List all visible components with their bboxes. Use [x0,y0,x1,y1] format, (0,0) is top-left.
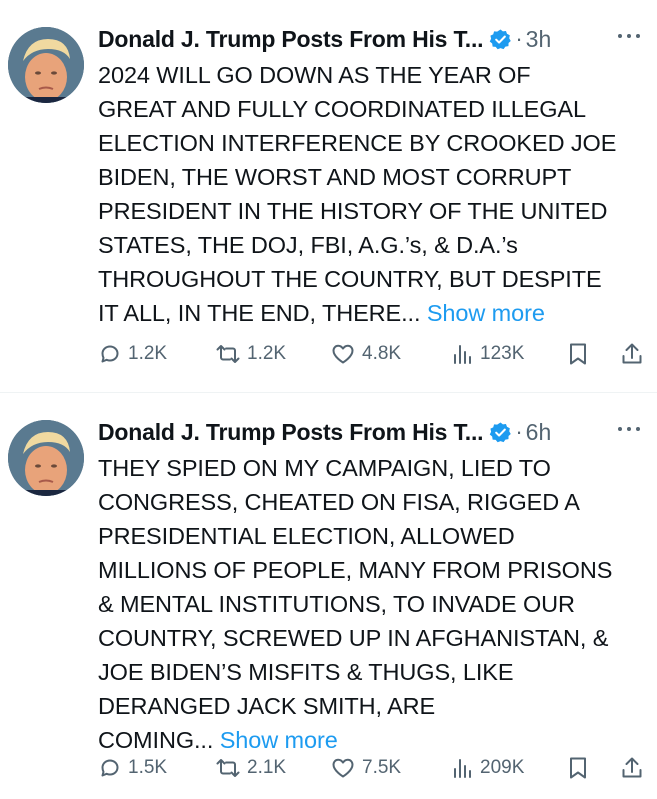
author-name[interactable]: Donald J. Trump Posts From His T... [98,26,484,53]
reply-count: 1.2K [128,343,168,364]
views-icon [450,342,474,366]
author-name[interactable]: Donald J. Trump Posts From His T... [98,419,484,446]
show-more-link[interactable]: Show more [220,727,338,753]
like-count: 7.5K [362,757,402,778]
like-button[interactable]: 7.5K [330,753,401,783]
post-text-line: THEY SPIED ON MY CAMPAIGN, LIED TO [98,455,551,481]
reply-icon [98,756,122,780]
more-options-icon[interactable] [615,419,643,439]
post-text-last-line: IT ALL, IN THE END, THERE... Show more [98,296,646,330]
views-icon [450,756,474,780]
like-icon [330,342,356,366]
repost-count: 1.2K [247,343,287,364]
post-text-line: PRESIDENT IN THE HISTORY OF THE UNITED [98,198,608,224]
post-text-line: BIDEN, THE WORST AND MOST CORRUPT [98,164,572,190]
avatar[interactable] [8,27,84,103]
post-text-line: GREAT AND FULLY COORDINATED ILLEGAL [98,96,586,122]
post-time[interactable]: 6h [526,419,552,446]
post-time[interactable]: 3h [526,26,552,53]
post-text-line: STATES, THE DOJ, FBI, A.G.’s, & D.A.’s [98,232,518,258]
post-header: Donald J. Trump Posts From His T... · 3h [98,22,551,56]
like-button[interactable]: 4.8K [330,339,401,369]
post-actions: 1.5K 2.1K 7.5K 209K [98,753,646,783]
bookmark-button[interactable] [566,753,590,783]
reply-count: 1.5K [128,757,168,778]
post-text-line: 2024 WILL GO DOWN AS THE YEAR OF [98,62,531,88]
views-button[interactable]: 123K [450,339,524,369]
post-text-line: ELECTION INTERFERENCE BY CROOKED JOE [98,130,617,156]
post-text-line: THROUGHOUT THE COUNTRY, BUT DESPITE [98,266,602,292]
reply-icon [98,342,122,366]
repost-count: 2.1K [247,757,287,778]
post-text-line: & MENTAL INSTITUTIONS, TO INVADE OUR [98,591,575,617]
verified-badge-icon [489,421,512,444]
views-button[interactable]: 209K [450,753,524,783]
bookmark-icon [566,755,590,781]
reply-button[interactable]: 1.5K [98,753,167,783]
views-count: 209K [480,757,525,778]
more-options-icon[interactable] [615,26,643,46]
repost-button[interactable]: 1.2K [215,339,286,369]
post-text: 2024 WILL GO DOWN AS THE YEAR OF GREAT A… [98,58,646,330]
post-text-tail: IT ALL, IN THE END, THERE... [98,300,421,326]
views-count: 123K [480,343,525,364]
share-icon [620,341,644,367]
post-text-line: DERANGED JACK SMITH, ARE [98,693,436,719]
show-more-link[interactable]: Show more [427,300,545,326]
post-text-line: JOE BIDEN’S MISFITS & THUGS, LIKE [98,659,514,685]
post-header: Donald J. Trump Posts From His T... · 6h [98,415,551,449]
separator-dot: · [515,419,523,444]
share-button[interactable] [620,753,644,783]
share-button[interactable] [620,339,644,369]
reply-button[interactable]: 1.2K [98,339,167,369]
timeline-feed: Donald J. Trump Posts From His T... · 3h… [0,0,657,799]
post-text-tail: COMING... [98,727,214,753]
post-actions: 1.2K 1.2K 4.8K 123K [98,339,646,369]
verified-badge-icon [489,28,512,51]
bookmark-button[interactable] [566,339,590,369]
post-text-line: PRESIDENTIAL ELECTION, ALLOWED [98,523,515,549]
repost-icon [215,342,241,366]
avatar[interactable] [8,420,84,496]
post-text-last-line: COMING... Show more [98,723,646,757]
like-icon [330,756,356,780]
repost-button[interactable]: 2.1K [215,753,286,783]
post-text-line: CONGRESS, CHEATED ON FISA, RIGGED A [98,489,580,515]
post-text-line: MILLIONS OF PEOPLE, MANY FROM PRISONS [98,557,613,583]
repost-icon [215,756,241,780]
post[interactable]: Donald J. Trump Posts From His T... · 6h… [0,393,657,799]
post-text-line: COUNTRY, SCREWED UP IN AFGHANISTAN, & [98,625,609,651]
post-text: THEY SPIED ON MY CAMPAIGN, LIED TO CONGR… [98,451,646,757]
like-count: 4.8K [362,343,402,364]
separator-dot: · [515,26,523,51]
post[interactable]: Donald J. Trump Posts From His T... · 3h… [0,0,657,393]
bookmark-icon [566,341,590,367]
share-icon [620,755,644,781]
